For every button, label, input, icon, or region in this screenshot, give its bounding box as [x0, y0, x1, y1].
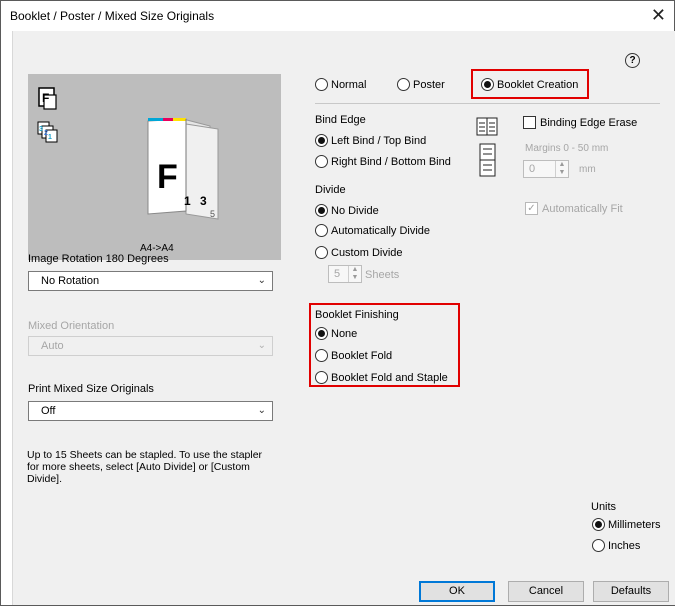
custom-divide-label: Custom Divide	[331, 246, 403, 259]
booklet-finishing-label: Booklet Finishing	[315, 309, 399, 321]
print-mixed-label: Print Mixed Size Originals	[28, 383, 154, 395]
chevron-down-icon: ⌄	[257, 275, 266, 286]
booklet-creation-highlight	[471, 69, 589, 99]
radio-icon	[397, 78, 410, 91]
radio-selected-icon	[315, 204, 328, 217]
defaults-button[interactable]: Defaults	[593, 581, 669, 602]
chevron-down-icon: ⌄	[257, 340, 266, 351]
close-icon[interactable]: ✕	[651, 5, 666, 26]
booklet-fold-staple-label: Booklet Fold and Staple	[331, 371, 448, 384]
radio-selected-icon	[592, 518, 605, 531]
mode-normal-radio[interactable]: Normal	[315, 78, 366, 91]
no-divide-label: No Divide	[331, 204, 379, 217]
divide-label: Divide	[315, 184, 346, 196]
inches-radio[interactable]: Inches	[592, 539, 640, 552]
mode-normal-label: Normal	[331, 78, 367, 91]
single-page-icon: F	[38, 87, 57, 110]
image-rotation-label: Image Rotation 180 Degrees	[28, 253, 169, 265]
booklet-fold-radio[interactable]: Booklet Fold	[315, 349, 392, 362]
finishing-none-label: None	[331, 327, 358, 340]
booklet-drawing: F 1 3 5	[147, 118, 219, 220]
radio-icon	[315, 78, 328, 91]
ok-button[interactable]: OK	[419, 581, 495, 602]
stack-icon: 3 2 1	[37, 121, 58, 143]
checkbox-icon	[523, 116, 536, 129]
radio-icon	[315, 224, 328, 237]
radio-icon	[315, 371, 328, 384]
print-mixed-select[interactable]: Off ⌄	[28, 401, 273, 421]
mode-divider	[315, 103, 660, 104]
window-title: Booklet / Poster / Mixed Size Originals	[10, 9, 215, 23]
millimeters-radio[interactable]: Millimeters	[592, 518, 661, 531]
cancel-button[interactable]: Cancel	[508, 581, 584, 602]
checkmark-icon: ✓	[525, 202, 538, 215]
left-bind-label: Left Bind / Top Bind	[331, 134, 427, 147]
radio-icon	[315, 246, 328, 259]
margins-value: 0	[529, 163, 536, 175]
page-letter: F	[157, 158, 178, 196]
radio-icon	[315, 155, 328, 168]
image-rotation-select[interactable]: No Rotation ⌄	[28, 271, 273, 291]
millimeters-label: Millimeters	[608, 518, 661, 531]
icon-letter: F	[42, 91, 49, 105]
auto-divide-label: Automatically Divide	[331, 224, 431, 237]
book-left-icon	[476, 117, 498, 136]
booklet-fold-staple-radio[interactable]: Booklet Fold and Staple	[315, 371, 448, 384]
mode-poster-label: Poster	[413, 78, 445, 91]
binding-edge-erase-checkbox[interactable]: Binding Edge Erase	[523, 116, 637, 129]
staple-note: Up to 15 Sheets can be stapled. To use t…	[27, 449, 263, 485]
preview-area: F 3 2 1 F 1 3 5 A4->A4	[28, 74, 281, 260]
units-label: Units	[591, 501, 617, 513]
image-rotation-value: No Rotation	[41, 275, 100, 287]
right-bind-radio[interactable]: Right Bind / Bottom Bind	[315, 155, 451, 168]
help-icon[interactable]: ?	[625, 53, 640, 68]
automatically-fit-label: Automatically Fit	[542, 202, 623, 215]
settings-panel: ? F 3 2 1 F 1 3 5 A4->A4 Image Rotation …	[12, 31, 675, 605]
bind-edge-label: Bind Edge	[315, 114, 366, 126]
mixed-orientation-value: Auto	[41, 340, 64, 352]
inches-label: Inches	[608, 539, 641, 552]
right-bind-label: Right Bind / Bottom Bind	[331, 155, 451, 168]
left-bind-radio[interactable]: Left Bind / Top Bind	[315, 134, 426, 147]
page-number-5: 5	[210, 209, 215, 219]
mode-poster-radio[interactable]: Poster	[397, 78, 445, 91]
stack-number-3: 3	[39, 126, 43, 133]
margins-label: Margins 0 - 50 mm	[525, 143, 609, 154]
radio-icon	[592, 539, 605, 552]
sheets-value: 5	[334, 268, 341, 280]
sheets-spinbox: 5 ▲ ▼	[328, 265, 362, 283]
book-top-icon	[479, 143, 496, 177]
no-divide-radio[interactable]: No Divide	[315, 204, 379, 217]
margins-unit: mm	[579, 164, 596, 175]
radio-icon	[315, 349, 328, 362]
spin-arrows-icon: ▲ ▼	[348, 266, 361, 282]
mixed-orientation-select: Auto ⌄	[28, 336, 273, 356]
automatically-fit-checkbox: ✓ Automatically Fit	[525, 202, 623, 215]
page-number-3: 3	[200, 194, 207, 208]
auto-divide-radio[interactable]: Automatically Divide	[315, 224, 430, 237]
print-mixed-value: Off	[41, 405, 56, 417]
stack-number-1: 1	[48, 134, 52, 141]
chevron-down-icon: ⌄	[257, 405, 266, 416]
title-bar: Booklet / Poster / Mixed Size Originals …	[1, 1, 674, 31]
spin-arrows-icon: ▲ ▼	[555, 161, 568, 177]
margins-spinbox: 0 ▲ ▼	[523, 160, 569, 178]
radio-selected-icon	[315, 327, 328, 340]
bind-edge-icons	[476, 117, 498, 177]
radio-selected-icon	[315, 134, 328, 147]
binding-edge-erase-label: Binding Edge Erase	[540, 116, 638, 129]
sheets-label: Sheets	[365, 269, 400, 281]
mixed-orientation-label: Mixed Orientation	[28, 320, 115, 332]
custom-divide-radio[interactable]: Custom Divide	[315, 246, 403, 259]
finishing-none-radio[interactable]: None	[315, 327, 357, 340]
dialog-window: Booklet / Poster / Mixed Size Originals …	[0, 0, 675, 606]
page-number-1: 1	[184, 194, 191, 208]
preview-illustration: F 3 2 1 F 1 3 5	[37, 87, 219, 220]
booklet-fold-label: Booklet Fold	[331, 349, 393, 362]
